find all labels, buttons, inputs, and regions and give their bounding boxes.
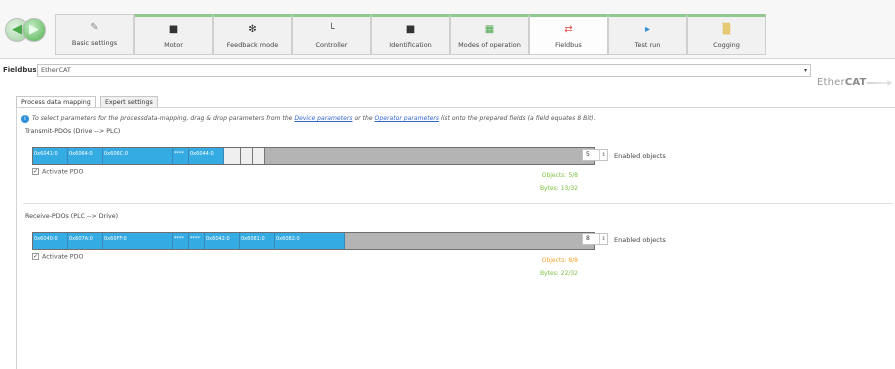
checkbox-label: Activate PDO (42, 253, 84, 261)
transmit-pdo-map[interactable]: 0x6041:0 0x6064:0 0x606C:0 **** 0x6044:0 (32, 147, 595, 165)
info-mid: or the (354, 115, 373, 122)
controller-icon: └ (328, 24, 335, 35)
receive-enabled-objects-spinner[interactable]: 8 ↕ (582, 233, 608, 245)
tab-label: Fieldbus (555, 41, 582, 49)
spinner-arrows-icon[interactable]: ↕ (599, 150, 607, 160)
receive-activate-pdo[interactable]: ✓ Activate PDO (32, 253, 83, 261)
transmit-activate-pdo[interactable]: ✓ Activate PDO (32, 168, 83, 176)
fieldbus-select[interactable]: EtherCAT ▾ (37, 64, 811, 77)
tab-motor[interactable]: ■ Motor (134, 14, 213, 55)
tab-basic-settings[interactable]: ✎ Basic settings (55, 14, 134, 55)
logo-text: Ether (817, 77, 845, 88)
pdo-mapping-slot[interactable]: 0x6044:0 (189, 148, 224, 164)
navigation-buttons: ◀ ▶ (5, 16, 47, 44)
receive-pdo-map[interactable]: 0x6040:0 0x607A:0 0x60FF:0 **** **** 0x6042:0… (32, 232, 595, 250)
spinner-value: 5 (586, 151, 590, 158)
tab-feedback-mode[interactable]: ❇ Feedback mode (213, 14, 292, 55)
checkbox-label: Activate PDO (42, 168, 84, 176)
tab-label: Controller (315, 41, 348, 49)
transmit-pdos-title: Transmit-PDOs (Drive --> PLC) (25, 128, 121, 135)
tab-identification[interactable]: ■ Identification (371, 14, 450, 55)
fieldbus-label: Fieldbus: (3, 66, 40, 74)
cogging-icon: ▒ (722, 24, 731, 35)
tab-cogging[interactable]: ▒ Cogging (687, 14, 766, 55)
tab-label: Modes of operation (458, 41, 521, 49)
tab-label: Motor (164, 41, 183, 49)
fieldbus-value: EtherCAT (41, 66, 71, 74)
pdo-mapping-slot[interactable]: **** (189, 233, 205, 249)
feedback-icon: ❇ (248, 24, 257, 35)
receive-objects-count: Objects: 8/8 (541, 257, 578, 264)
tab-label: Basic settings (71, 39, 118, 47)
receive-pdos-title: Receive-PDOs (PLC --> Drive) (25, 213, 119, 220)
modes-icon: ▦ (484, 24, 495, 35)
pdo-mapping-slot[interactable]: 0x6042:0 (205, 233, 240, 249)
info-icon: i (21, 115, 29, 123)
tab-label: Cogging (713, 41, 740, 49)
info-text: i To select parameters for the processdat… (21, 115, 721, 125)
tab-test-run[interactable]: ▸ Test run (608, 14, 687, 55)
pdo-mapping-slot[interactable]: 0x6082:0 (275, 233, 345, 249)
receive-enabled-objects-label: Enabled objects (614, 236, 666, 244)
info-pre: To select parameters for the processdata… (32, 115, 293, 122)
info-post: list onto the prepared fields (a field e… (441, 115, 596, 122)
checkbox-icon[interactable]: ✓ (32, 253, 39, 260)
spinner-arrows-icon[interactable]: ↕ (599, 234, 607, 244)
tab-modes-of-operation[interactable]: ▦ Modes of operation (450, 14, 529, 55)
pdo-mapping-slot[interactable]: 0x6041:0 (33, 148, 68, 164)
pdo-mapping-slot[interactable]: 0x606C:0 (103, 148, 173, 164)
transmit-bytes-count: Bytes: 13/32 (539, 185, 578, 192)
pdo-mapping-slot[interactable]: 0x6064:0 (68, 148, 103, 164)
transmit-enabled-objects-spinner[interactable]: 5 ↕ (582, 149, 608, 161)
tab-label: Identification (389, 41, 432, 49)
wizard-toolbar: ◀ ▶ ✎ Basic settings ■ Motor ❇ Feedback … (0, 0, 895, 59)
fieldbus-icon: ⇄ (564, 24, 573, 35)
pdo-mapping-slot[interactable]: 0x607A:0 (68, 233, 103, 249)
pdo-empty-slot[interactable] (241, 148, 253, 164)
spinner-value: 8 (586, 235, 590, 242)
forward-arrow-icon[interactable]: ▶ (22, 18, 46, 42)
operator-parameters-link[interactable]: Operator parameters (375, 115, 440, 122)
group-divider (23, 203, 893, 204)
pdo-mapping-slot[interactable]: 0x6081:0 (240, 233, 275, 249)
logo-arrow-icon (866, 80, 893, 86)
pdo-empty-slot[interactable] (224, 148, 241, 164)
tab-fieldbus[interactable]: ⇄ Fieldbus (529, 14, 608, 55)
pdo-mapping-slot[interactable]: 0x60FF:0 (103, 233, 173, 249)
transmit-objects-count: Objects: 5/8 (541, 172, 578, 179)
identification-icon: ■ (405, 24, 416, 35)
play-icon: ▸ (644, 24, 651, 35)
tab-label: Test run (634, 41, 661, 49)
ethercat-logo: EtherCAT (817, 77, 893, 88)
tab-controller[interactable]: └ Controller (292, 14, 371, 55)
tab-label: Feedback mode (226, 41, 279, 49)
device-parameters-link[interactable]: Device parameters (294, 115, 352, 122)
logo-text-bold: CAT (844, 77, 867, 88)
process-data-panel: i To select parameters for the processdat… (16, 107, 895, 369)
checkbox-icon[interactable]: ✓ (32, 168, 39, 175)
pdo-empty-slot[interactable] (253, 148, 265, 164)
receive-bytes-count: Bytes: 22/32 (539, 270, 578, 277)
pdo-mapping-slot[interactable]: **** (173, 233, 189, 249)
transmit-enabled-objects-label: Enabled objects (614, 152, 666, 160)
pdo-mapping-slot[interactable]: **** (173, 148, 189, 164)
chevron-down-icon[interactable]: ▾ (804, 65, 807, 76)
fieldbus-row: Fieldbus: EtherCAT ▾ (3, 64, 812, 77)
pdo-mapping-slot[interactable]: 0x6040:0 (33, 233, 68, 249)
wrench-icon: ✎ (90, 22, 99, 33)
motor-icon: ■ (168, 24, 179, 35)
